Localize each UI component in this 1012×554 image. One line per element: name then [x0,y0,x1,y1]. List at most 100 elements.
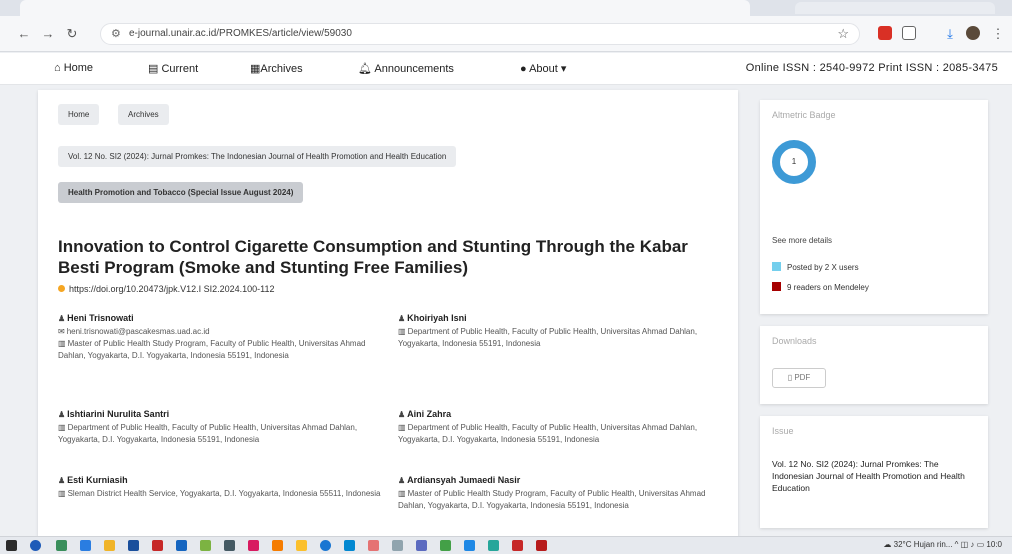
site-info-icon[interactable]: ⚙ [111,27,121,40]
breadcrumb-issue[interactable]: Vol. 12 No. SI2 (2024): Jurnal Promkes: … [58,146,457,167]
back-icon[interactable]: ← [16,26,32,42]
taskbar-app-icon[interactable] [200,540,211,551]
nav-current-label: Current [161,63,199,75]
taskbar-app-icon[interactable] [296,540,307,551]
author-block: ♟ Heni Trisnowati ✉ heni.trisnowati@pascak… [58,312,388,362]
user-icon: ♟ [398,410,406,419]
author-name: ♟ Ishtiarini Nurulita Santri [58,408,388,421]
taskbar-app-icon[interactable] [368,540,379,551]
author-block: ♟ Ishtiarini Nurulita Santri ▥ Department … [58,408,388,446]
author-name-text: Aini Zahra [407,409,452,419]
taskbar-app-icon[interactable] [224,540,235,551]
author-affiliation: ▥ Department of Public Health, Faculty of… [398,423,697,444]
author-affiliation-text: Master of Public Health Study Program, F… [58,339,366,360]
mendeley-legend-swatch [772,282,781,291]
user-icon: ♟ [58,410,66,419]
altmetric-donut[interactable]: 1 [772,140,816,184]
bookmark-star-icon[interactable]: ☆ [837,26,849,42]
taskbar-app-icon[interactable] [440,540,451,551]
taskbar-app-icon[interactable] [536,540,547,551]
taskbar-app-icon[interactable] [152,540,163,551]
author-affiliation-text: Department of Public Health, Faculty of … [58,423,358,444]
url-text[interactable]: e-journal.unair.ac.id/PROMKES/article/vi… [129,28,352,39]
address-bar[interactable]: ⚙ e-journal.unair.ac.id/PROMKES/article/… [100,23,860,45]
browser-toolbar: ← → ↻ ⚙ e-journal.unair.ac.id/PROMKES/ar… [0,16,1012,52]
x-legend-swatch [772,262,781,271]
author-name-text: Ardiansyah Jumaedi Nasir [407,475,521,485]
breadcrumb-section: Health Promotion and Tobacco (Special Is… [58,182,304,203]
forward-icon[interactable]: → [40,26,56,42]
doi-link[interactable]: https://doi.org/10.20473/jpk.V12.I SI2.2… [58,284,274,294]
institution-icon: ▥ [398,327,406,336]
taskbar-app-icon[interactable] [128,540,139,551]
browser-tab[interactable] [795,2,995,14]
author-name-text: Khoiriyah Isni [407,313,467,323]
altmetric-card: Altmetric Badge 1 See more details Poste… [760,100,988,314]
altmetric-posted-row[interactable]: Posted by 2 X users [772,262,859,272]
taskbar-app-icon[interactable] [104,540,115,551]
doi-text: https://doi.org/10.20473/jpk.V12.I SI2.2… [69,284,275,294]
nav-announcements[interactable]: 🔔︎ Announcements [358,62,454,75]
article-title: Innovation to Control Cigarette Consumpt… [58,237,688,277]
sidebar-panel-icon[interactable] [902,26,916,40]
reload-icon[interactable]: ↻ [64,26,80,42]
author-block: ♟ Ardiansyah Jumaedi Nasir ▥ Master of Pub… [398,474,728,512]
nav-announcements-label: Announcements [374,63,454,75]
article-content: Home Archives Vol. 12 No. SI2 (2024): Ju… [38,90,738,540]
author-name: ♟ Khoiriyah Isni [398,312,728,325]
nav-archives-label: Archives [260,63,303,75]
nav-home[interactable]: ⌂ Home [54,62,93,74]
system-tray[interactable]: ☁ 32°C Hujan rin... ^ ◫ ♪ ▭ 10:0 [883,540,1002,549]
search-icon[interactable] [30,540,41,551]
issue-card: Issue Vol. 12 No. SI2 (2024): Jurnal Pro… [760,416,988,528]
author-name: ♟ Aini Zahra [398,408,728,421]
author-block: ♟ Khoiriyah Isni ▥ Department of Public He… [398,312,728,350]
downloads-header: Downloads [772,336,817,346]
taskbar-app-icon[interactable] [464,540,475,551]
user-icon: ♟ [398,314,406,323]
author-name-text: Ishtiarini Nurulita Santri [67,409,170,419]
institution-icon: ▥ [398,423,406,432]
author-name: ♟ Heni Trisnowati [58,312,388,325]
user-icon: ♟ [58,314,66,323]
taskbar-app-icon[interactable] [80,540,91,551]
nav-about[interactable]: ● About ▾ [520,62,566,75]
breadcrumb-home[interactable]: Home [58,104,100,125]
weather-icon: ☁ [883,540,894,549]
nav-current[interactable]: ▤ Current [148,62,198,75]
chrome-icon[interactable] [320,540,331,551]
mail-icon: ✉ [58,327,65,336]
user-icon: ♟ [398,476,406,485]
taskbar-app-icon[interactable] [248,540,259,551]
extension-icon[interactable] [878,26,892,40]
altmetric-header: Altmetric Badge [772,110,836,120]
issue-link[interactable]: Vol. 12 No. SI2 (2024): Jurnal Promkes: … [772,458,982,494]
taskbar-app-icon[interactable] [392,540,403,551]
pdf-label: PDF [794,373,811,382]
breadcrumb-archives[interactable]: Archives [118,104,169,125]
taskbar-app-icon[interactable] [488,540,499,551]
taskbar-app-icon[interactable] [344,540,355,551]
author-block: ♟ Aini Zahra ▥ Department of Public Health… [398,408,728,446]
author-affiliation: ▥ Master of Public Health Study Program, … [58,339,365,360]
author-email[interactable]: ✉ heni.trisnowati@pascakesmas.uad.ac.id [58,327,210,336]
profile-avatar[interactable] [966,26,980,40]
taskbar-app-icon[interactable] [512,540,523,551]
taskbar-app-icon[interactable] [56,540,67,551]
browser-menu-icon[interactable]: ⋮ [990,26,1006,42]
author-affiliation-text: Department of Public Health, Faculty of … [398,327,698,348]
author-affiliation-text: Department of Public Health, Faculty of … [398,423,698,444]
nav-home-label: Home [63,62,94,74]
taskbar-app-icon[interactable] [176,540,187,551]
taskbar-app-icon[interactable] [272,540,283,551]
browser-tab-active[interactable] [20,0,750,16]
taskbar-app-icon[interactable] [416,540,427,551]
altmetric-readers-row[interactable]: 9 readers on Mendeley [772,282,869,292]
author-affiliation: ▥ Department of Public Health, Faculty of… [58,423,357,444]
author-affiliation-text: Sleman District Health Service, Yogyakar… [67,489,381,498]
start-icon[interactable] [6,540,17,551]
nav-archives[interactable]: ▦Archives [250,62,303,75]
download-icon[interactable]: ⤓ [942,26,958,42]
pdf-download-button[interactable]: ▯ PDF [772,368,826,388]
see-more-details-link[interactable]: See more details [772,236,832,245]
